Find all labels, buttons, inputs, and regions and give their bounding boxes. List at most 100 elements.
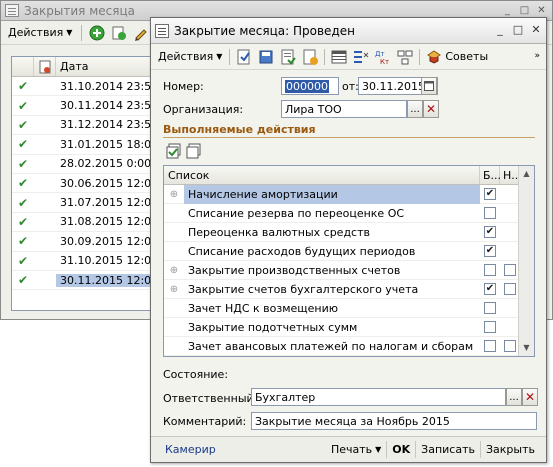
close-icon[interactable]: ✕ bbox=[530, 24, 542, 36]
list-item[interactable]: ⊕ Закрытие производственных счетов bbox=[164, 261, 534, 280]
table-row[interactable]: ✔ 28.02.2015 0:00:02 bbox=[12, 155, 152, 174]
responsible-select-button[interactable]: ... bbox=[506, 388, 522, 406]
row-date: 31.10.2014 23:59:5 bbox=[60, 79, 152, 93]
date-column-header[interactable]: Дата bbox=[56, 57, 152, 76]
camerir-link[interactable]: Камерир bbox=[165, 443, 216, 456]
table-row[interactable]: ✔ 31.07.2015 12:00:0 bbox=[12, 193, 152, 213]
comment-input[interactable]: Закрытие месяца за Ноябрь 2015 bbox=[251, 412, 537, 430]
b-checkbox[interactable] bbox=[484, 207, 496, 219]
minimize-icon[interactable]: _ bbox=[494, 24, 506, 36]
list-item[interactable]: Зачет НДС к возмещению bbox=[164, 299, 534, 318]
list-item[interactable]: Списание расходов будущих периодов ✔ bbox=[164, 242, 534, 261]
toolbar-separator bbox=[81, 24, 83, 41]
b-column-header[interactable]: Б... bbox=[480, 166, 501, 184]
dialog-title-bar: Закрытие месяца: Проведен bbox=[151, 18, 546, 44]
table-row[interactable]: ✔ 31.10.2015 12:00:0 bbox=[12, 252, 152, 271]
organization-select-button[interactable]: ... bbox=[407, 100, 423, 118]
posted-check-icon: ✔ bbox=[17, 156, 29, 171]
background-window-controls: _ □ ✕ bbox=[500, 4, 549, 18]
b-checkbox[interactable] bbox=[484, 302, 496, 314]
list-item[interactable]: Зачет авансовых платежей по налогам и сб… bbox=[164, 337, 534, 356]
month-close-dialog: Закрытие месяца: Проведен _ □ ✕ Действия… bbox=[150, 17, 547, 463]
b-checkbox[interactable] bbox=[484, 321, 496, 333]
close-button[interactable]: Закрыть bbox=[480, 441, 540, 458]
ok-button[interactable]: OK bbox=[386, 441, 415, 458]
list-item[interactable]: Закрытие подотчетных сумм bbox=[164, 318, 534, 337]
list-item-label: Закрытие производственных счетов bbox=[188, 263, 401, 277]
check-all-icon[interactable] bbox=[165, 142, 183, 160]
document-post-icon[interactable] bbox=[278, 47, 298, 67]
expand-icon[interactable]: ⊕ bbox=[170, 265, 178, 276]
minimize-icon[interactable]: _ bbox=[500, 4, 515, 18]
b-checkbox[interactable] bbox=[484, 264, 496, 276]
table-row[interactable]: ✔ 30.11.2014 23:59:5 bbox=[12, 96, 152, 116]
structure-icon[interactable] bbox=[395, 47, 415, 67]
advice-button[interactable]: Советы bbox=[424, 49, 490, 65]
dropdown-arrow-icon: ▼ bbox=[216, 52, 223, 61]
uncheck-all-icon[interactable] bbox=[185, 142, 203, 160]
table-row[interactable]: ✔ 30.09.2015 12:00:0 bbox=[12, 232, 152, 252]
organization-input[interactable]: Лира ТОО bbox=[281, 100, 407, 118]
row-date: 30.11.2014 23:59:5 bbox=[60, 99, 152, 113]
responsible-label: Ответственный: bbox=[163, 392, 258, 405]
list-column-header[interactable]: Список bbox=[164, 166, 480, 184]
dialog-toolbar: Действия ▼ Дт Кт Советы » bbox=[151, 44, 546, 70]
maximize-icon[interactable]: □ bbox=[512, 24, 524, 36]
responsible-input[interactable]: Бухгалтер bbox=[251, 388, 506, 406]
save-icon[interactable] bbox=[256, 47, 276, 67]
n-checkbox[interactable] bbox=[504, 283, 516, 295]
b-checkbox[interactable] bbox=[484, 340, 496, 352]
dialog-window-controls: _ □ ✕ bbox=[494, 24, 542, 36]
dialog-bottom-bar: Камерир Печать ▼ OK Записать Закрыть bbox=[151, 436, 546, 462]
expand-icon[interactable]: ⊕ bbox=[170, 189, 178, 200]
print-button[interactable]: Печать ▼ bbox=[326, 441, 386, 458]
list-item[interactable]: Переоценка валютных средств ✔ bbox=[164, 223, 534, 242]
n-checkbox[interactable] bbox=[504, 264, 516, 276]
save-button[interactable]: Записать bbox=[415, 441, 480, 458]
b-checkbox[interactable]: ✔ bbox=[484, 283, 496, 295]
dropdown-arrow-icon: ▼ bbox=[375, 445, 382, 454]
table-row[interactable]: ✔ 31.08.2015 12:00:0 bbox=[12, 213, 152, 233]
table-row[interactable]: ✔ 30.06.2015 12:00:0 bbox=[12, 174, 152, 194]
maximize-icon[interactable]: □ bbox=[517, 4, 532, 18]
scroll-down-icon[interactable]: ▼ bbox=[519, 340, 534, 356]
posted-check-icon: ✔ bbox=[17, 273, 29, 288]
print-label: Печать bbox=[330, 443, 373, 456]
actions-menu-button[interactable]: Действия ▼ bbox=[5, 24, 75, 41]
list-item-label: Начисление амортизации bbox=[184, 184, 480, 204]
list-item[interactable]: Списание резерва по переоценке ОС bbox=[164, 204, 534, 223]
number-input[interactable]: 000000 bbox=[281, 77, 339, 95]
grid-scrollbar[interactable]: ▲ ▼ bbox=[518, 166, 534, 356]
post-and-close-icon[interactable] bbox=[234, 47, 254, 67]
dialog-actions-menu-button[interactable]: Действия ▼ bbox=[155, 48, 225, 65]
b-checkbox[interactable]: ✔ bbox=[484, 245, 496, 257]
document-unpost-icon[interactable] bbox=[300, 47, 320, 67]
responsible-clear-icon[interactable]: ✕ bbox=[522, 388, 538, 406]
n-checkbox[interactable] bbox=[504, 340, 516, 352]
documents-table[interactable]: Дата ✔ 31.10.2014 23:59:5 ✔ 30.11.2014 23:5… bbox=[11, 56, 153, 311]
table-row[interactable]: ✔ 30.11.2015 12:00:0 bbox=[12, 271, 152, 291]
row-date: 30.06.2015 12:00:0 bbox=[60, 176, 152, 190]
scroll-up-icon[interactable]: ▲ bbox=[519, 166, 534, 182]
debit-credit-icon[interactable]: Дт Кт bbox=[373, 47, 393, 67]
edit-pencil-icon[interactable] bbox=[132, 24, 150, 42]
n-column-header[interactable]: Н... bbox=[500, 166, 522, 184]
table-row[interactable]: ✔ 31.10.2014 23:59:5 bbox=[12, 77, 152, 97]
list-item-label: Зачет НДС к возмещению bbox=[188, 301, 339, 315]
close-icon[interactable]: ✕ bbox=[534, 4, 549, 18]
table-view-icon[interactable] bbox=[329, 47, 349, 67]
organization-clear-icon[interactable]: ✕ bbox=[423, 100, 439, 118]
list-item[interactable]: ⊕ Начисление амортизации ✔ bbox=[164, 184, 534, 204]
add-icon[interactable] bbox=[88, 24, 106, 42]
expand-icon[interactable]: ⊕ bbox=[170, 284, 178, 295]
b-checkbox[interactable]: ✔ bbox=[484, 226, 496, 238]
toolbar-more-icon[interactable]: » bbox=[534, 51, 540, 61]
calendar-icon[interactable] bbox=[421, 77, 437, 95]
actions-grid[interactable]: Список Б... Н... ⊕ Начисление амортизации… bbox=[163, 165, 535, 357]
list-settings-icon[interactable] bbox=[351, 47, 371, 67]
list-item[interactable]: ⊕ Закрытие счетов бухгалтерского учета ✔ bbox=[164, 280, 534, 299]
table-row[interactable]: ✔ 31.01.2015 18:09:2 bbox=[12, 135, 152, 155]
copy-add-icon[interactable] bbox=[110, 24, 128, 42]
b-checkbox[interactable]: ✔ bbox=[484, 188, 496, 200]
table-row[interactable]: ✔ 31.12.2014 23:59:5 bbox=[12, 116, 152, 136]
